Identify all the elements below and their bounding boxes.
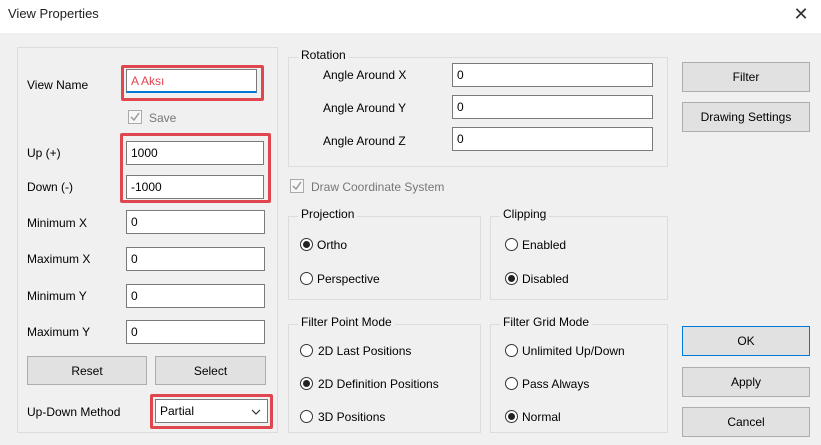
rotation-group-label: Rotation bbox=[298, 48, 349, 62]
save-checkbox[interactable] bbox=[128, 110, 142, 124]
max-x-label: Maximum X bbox=[27, 252, 91, 266]
clipping-disabled-label: Disabled bbox=[522, 272, 569, 286]
max-y-label: Maximum Y bbox=[27, 325, 91, 339]
fpm-2d-definition-label: 2D Definition Positions bbox=[318, 377, 439, 391]
clipping-enabled-label: Enabled bbox=[522, 238, 567, 252]
view-name-highlight bbox=[121, 65, 264, 101]
perspective-radio[interactable] bbox=[300, 272, 313, 285]
drawing-settings-button[interactable]: Drawing Settings bbox=[682, 102, 810, 132]
apply-button[interactable]: Apply bbox=[682, 367, 810, 397]
angle-x-input[interactable]: 0 bbox=[452, 63, 653, 87]
view-name-label: View Name bbox=[27, 78, 89, 92]
up-label: Up (+) bbox=[27, 146, 61, 160]
fgm-normal-label: Normal bbox=[522, 410, 561, 424]
fgm-pass-always-radio[interactable] bbox=[505, 377, 518, 390]
perspective-label: Perspective bbox=[317, 272, 380, 286]
angle-y-input[interactable]: 0 bbox=[452, 95, 653, 119]
angle-z-label: Angle Around Z bbox=[323, 134, 406, 148]
fpm-3d-label: 3D Positions bbox=[318, 410, 386, 424]
cancel-button[interactable]: Cancel bbox=[682, 407, 810, 437]
updown-method-label: Up-Down Method bbox=[27, 405, 121, 419]
clipping-enabled-radio[interactable] bbox=[505, 238, 518, 251]
draw-coordinate-system-checkbox[interactable] bbox=[290, 179, 304, 193]
min-x-label: Minimum X bbox=[27, 216, 88, 230]
filter-button[interactable]: Filter bbox=[682, 62, 810, 92]
ortho-label: Ortho bbox=[317, 238, 348, 252]
fgm-pass-always-label: Pass Always bbox=[522, 377, 590, 391]
window-title: View Properties bbox=[8, 6, 99, 21]
clipping-group-label: Clipping bbox=[500, 207, 550, 221]
angle-z-input[interactable]: 0 bbox=[452, 127, 653, 151]
ok-button[interactable]: OK bbox=[682, 326, 810, 356]
min-y-input[interactable]: 0 bbox=[126, 284, 265, 308]
projection-group: Projection bbox=[288, 207, 481, 300]
down-label: Down (-) bbox=[27, 180, 74, 194]
fpm-2d-definition-radio[interactable] bbox=[300, 377, 313, 390]
fgm-unlimited-label: Unlimited Up/Down bbox=[522, 344, 625, 358]
updown-method-highlight bbox=[150, 394, 273, 429]
draw-coordinate-system-label: Draw Coordinate System bbox=[311, 180, 445, 194]
clipping-disabled-radio[interactable] bbox=[505, 272, 518, 285]
fpm-2d-last-radio[interactable] bbox=[300, 344, 313, 357]
filter-point-mode-group-label: Filter Point Mode bbox=[298, 315, 395, 329]
max-y-input[interactable]: 0 bbox=[126, 320, 265, 344]
projection-group-label: Projection bbox=[298, 207, 358, 221]
min-y-label: Minimum Y bbox=[27, 289, 87, 303]
dialog-body: View Name A Aksı Save Up (+) 1000 Down (… bbox=[0, 33, 821, 445]
ortho-radio[interactable] bbox=[300, 238, 313, 251]
min-x-input[interactable]: 0 bbox=[126, 210, 265, 234]
fpm-2d-last-label: 2D Last Positions bbox=[318, 344, 412, 358]
reset-button[interactable]: Reset bbox=[27, 356, 147, 385]
select-button[interactable]: Select bbox=[155, 356, 266, 385]
clipping-group: Clipping bbox=[490, 207, 668, 300]
fgm-unlimited-radio[interactable] bbox=[505, 344, 518, 357]
max-x-input[interactable]: 0 bbox=[126, 247, 265, 271]
angle-y-label: Angle Around Y bbox=[323, 101, 407, 115]
filter-grid-mode-group-label: Filter Grid Mode bbox=[500, 315, 593, 329]
close-icon[interactable]: ✕ bbox=[790, 3, 812, 25]
save-label: Save bbox=[149, 111, 177, 125]
angle-x-label: Angle Around X bbox=[323, 68, 407, 82]
up-down-highlight bbox=[120, 133, 271, 203]
fgm-normal-radio[interactable] bbox=[505, 410, 518, 423]
fpm-3d-radio[interactable] bbox=[300, 410, 313, 423]
